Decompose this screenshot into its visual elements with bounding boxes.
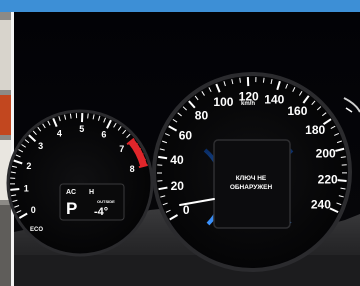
dashboard-lower-panel xyxy=(14,255,360,286)
gear-indicator: P xyxy=(66,199,77,218)
tach-number: 1 xyxy=(24,183,29,193)
top-frame-bar xyxy=(0,0,360,12)
tach-number: 0 xyxy=(31,205,36,215)
tach-minor-tick xyxy=(87,113,89,119)
speed-major-tick xyxy=(158,155,168,160)
speed-number: 180 xyxy=(305,123,325,137)
tach-number: 2 xyxy=(26,161,31,171)
speed-minor-tick xyxy=(262,77,265,83)
tach-number: 3 xyxy=(38,141,43,151)
speed-major-tick xyxy=(337,179,347,182)
outside-temp-label: OUTSIDE xyxy=(97,199,115,204)
outside-temp-value: -4° xyxy=(94,206,108,218)
tach-number: 7 xyxy=(119,144,124,154)
tach-number: 6 xyxy=(101,130,106,140)
left-photo-strip xyxy=(0,0,14,286)
speed-number: 240 xyxy=(311,197,331,211)
tach-number: 8 xyxy=(130,164,135,174)
speed-number: 200 xyxy=(316,147,336,161)
dashboard-photo: 012345678 AC H P OUTSIDE -4° ECO 0 20 40 60… xyxy=(0,0,360,286)
speed-unit-label: km/h xyxy=(241,101,255,107)
speed-number: 140 xyxy=(264,93,284,107)
speed-number: 60 xyxy=(179,129,193,143)
tach-major-tick xyxy=(10,187,20,191)
speedometer: 020406080100 120 140160180200220240 km/h К… xyxy=(152,72,352,272)
speed-minor-tick xyxy=(239,77,241,83)
eco-logo: ECO xyxy=(30,227,43,233)
warning-line-1: КЛЮЧ НЕ xyxy=(236,175,267,182)
ac-indicator: AC xyxy=(66,189,76,196)
instrument-cluster: 01234 5678 AC H P OUTSIDE -4° ECO 0204060… xyxy=(0,0,360,286)
tachometer: 01234 5678 AC H P OUTSIDE -4° ECO xyxy=(6,109,154,257)
tach-minor-tick xyxy=(69,113,72,119)
speed-number: 100 xyxy=(213,95,233,109)
speed-number: 20 xyxy=(171,179,185,193)
speed-number: 80 xyxy=(195,108,209,122)
speed-number: 40 xyxy=(170,153,184,167)
speed-number: 160 xyxy=(287,104,307,118)
tach-number: 4 xyxy=(57,128,62,138)
warning-line-2: ОБНАРУЖЕН xyxy=(230,184,273,191)
tach-number: 5 xyxy=(79,124,84,134)
speed-number: 220 xyxy=(318,172,338,186)
heat-indicator: H xyxy=(89,189,94,196)
